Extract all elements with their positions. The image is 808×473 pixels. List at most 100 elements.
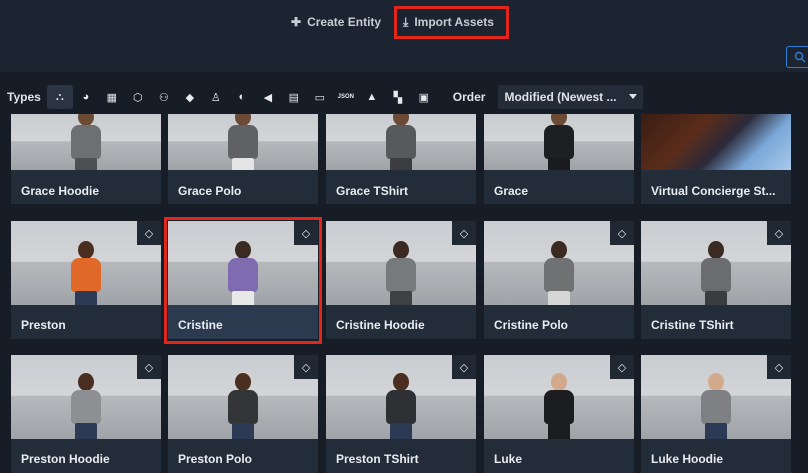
asset-thumbnail: ◇	[11, 355, 161, 439]
asset-card[interactable]: Virtual Concierge St...	[641, 114, 791, 204]
avatar-figure	[696, 373, 736, 439]
cube-icon[interactable]: ◆	[177, 85, 203, 109]
film-icon[interactable]: ▦	[99, 85, 125, 109]
asset-title: Cristine Polo	[494, 318, 569, 332]
asset-title: Cristine TShirt	[651, 318, 734, 332]
avatar-figure	[223, 241, 263, 305]
asset-card[interactable]: ◇ Cristine TShirt	[641, 221, 791, 339]
asset-title: Grace TShirt	[336, 184, 409, 198]
cube-icon: ◇	[610, 221, 634, 245]
asset-thumbnail: ◇	[484, 221, 634, 305]
asset-card[interactable]: ◇ Luke	[484, 355, 634, 473]
asset-title: Grace	[494, 184, 529, 198]
asset-card[interactable]: Grace TShirt	[326, 114, 476, 204]
asset-thumbnail	[326, 114, 476, 170]
asset-card[interactable]: Grace Polo	[168, 114, 318, 204]
avatar-figure	[66, 373, 106, 439]
avatar-figure	[223, 114, 263, 170]
search-icon	[794, 51, 806, 63]
cube-icon: ◇	[294, 355, 318, 379]
asset-thumbnail	[168, 114, 318, 170]
asset-card[interactable]: Grace	[484, 114, 634, 204]
asset-thumbnail: ◇	[641, 221, 791, 305]
plus-icon: ✚	[291, 15, 302, 29]
types-label: Types	[7, 90, 41, 104]
asset-title: Luke	[494, 452, 523, 466]
polygon-icon[interactable]: ⬡	[125, 85, 151, 109]
asset-title: Grace Hoodie	[21, 184, 100, 198]
all-types-icon[interactable]: ⛬	[46, 85, 73, 109]
search-button[interactable]	[786, 46, 808, 68]
type-filter-icons: ⛬ ◕ ▦ ⬡ ⚇ ◆ ♙ ◐ ◀ ▤ ▭ JSON ▲ ▚ ▣	[46, 85, 437, 109]
cube-icon: ◇	[137, 221, 161, 245]
person-icon[interactable]: ♙	[203, 85, 229, 109]
asset-thumbnail: ◇	[326, 221, 476, 305]
avatar-figure	[223, 373, 263, 439]
asset-card[interactable]: Grace Hoodie	[11, 114, 161, 204]
avatar-figure	[381, 114, 421, 170]
asset-card[interactable]: ◇ Preston TShirt	[326, 355, 476, 473]
texture-icon[interactable]: ▣	[411, 85, 437, 109]
asset-title: Cristine Hoodie	[336, 318, 425, 332]
audio-icon[interactable]: ◀	[255, 85, 281, 109]
asset-thumbnail: ◇	[484, 355, 634, 439]
shape-icon[interactable]: ◕	[73, 85, 99, 109]
asset-thumbnail	[484, 114, 634, 170]
cube-icon: ◇	[137, 355, 161, 379]
avatar-figure	[66, 241, 106, 305]
asset-thumbnail	[11, 114, 161, 170]
avatar-figure	[696, 241, 736, 305]
create-entity-button[interactable]: ✚ Create Entity	[291, 12, 381, 32]
order-value: Modified (Newest ...	[504, 90, 617, 104]
create-entity-label: Create Entity	[307, 15, 382, 29]
filter-toolbar: Types ⛬ ◕ ▦ ⬡ ⚇ ◆ ♙ ◐ ◀ ▤ ▭ JSON ▲ ▚ ▣ O…	[0, 80, 808, 114]
json-icon[interactable]: JSON	[333, 85, 359, 109]
asset-grid: Grace Hoodie Grace Polo Grace TShirt Gra…	[0, 114, 808, 473]
cube-icon: ◇	[294, 221, 318, 245]
cube-icon: ◇	[452, 355, 476, 379]
asset-thumbnail: ◇	[326, 355, 476, 439]
avatar-figure	[381, 373, 421, 439]
asset-title: Grace Polo	[178, 184, 242, 198]
chevron-down-icon	[629, 94, 638, 99]
layout-icon[interactable]: ▚	[385, 85, 411, 109]
avatar-figure	[539, 114, 579, 170]
document-icon[interactable]: ▤	[281, 85, 307, 109]
cube-icon: ◇	[767, 221, 791, 245]
asset-title: Preston	[21, 318, 66, 332]
sphere-icon[interactable]: ◐	[229, 85, 255, 109]
avatar-figure	[539, 241, 579, 305]
asset-card[interactable]: ◇ Preston Hoodie	[11, 355, 161, 473]
avatar-figure	[381, 241, 421, 305]
download-icon: ⤓	[403, 14, 409, 29]
avatar-figure	[66, 114, 106, 170]
top-bar: ✚ Create Entity ⤓ Import Assets	[0, 0, 808, 72]
asset-title: Virtual Concierge St...	[651, 184, 776, 198]
asset-card-selected[interactable]: ◇ Cristine	[168, 221, 318, 339]
asset-card[interactable]: ◇ Preston	[11, 221, 161, 339]
asset-card[interactable]: ◇ Cristine Hoodie	[326, 221, 476, 339]
import-assets-button[interactable]: ⤓ Import Assets	[403, 12, 494, 32]
terrain-icon[interactable]: ▲	[359, 85, 385, 109]
asset-thumbnail: ◇	[168, 221, 318, 305]
asset-title: Luke Hoodie	[651, 452, 724, 466]
asset-title: Preston Polo	[178, 452, 253, 466]
cube-icon: ◇	[767, 355, 791, 379]
asset-title: Preston TShirt	[336, 452, 419, 466]
asset-thumbnail: ◇	[641, 355, 791, 439]
asset-card[interactable]: ◇ Preston Polo	[168, 355, 318, 473]
asset-thumbnail	[641, 114, 791, 170]
asset-thumbnail: ◇	[11, 221, 161, 305]
multi-person-icon[interactable]: ⚇	[151, 85, 177, 109]
avatar-figure	[539, 373, 579, 439]
cube-icon: ◇	[452, 221, 476, 245]
asset-thumbnail: ◇	[168, 355, 318, 439]
asset-card[interactable]: ◇ Luke Hoodie	[641, 355, 791, 473]
order-label: Order	[452, 90, 486, 104]
import-assets-label: Import Assets	[414, 15, 494, 29]
order-select[interactable]: Modified (Newest ...	[498, 85, 644, 109]
asset-title: Cristine	[178, 318, 223, 332]
asset-card[interactable]: ◇ Cristine Polo	[484, 221, 634, 339]
cube-icon: ◇	[610, 355, 634, 379]
chat-icon[interactable]: ▭	[307, 85, 333, 109]
